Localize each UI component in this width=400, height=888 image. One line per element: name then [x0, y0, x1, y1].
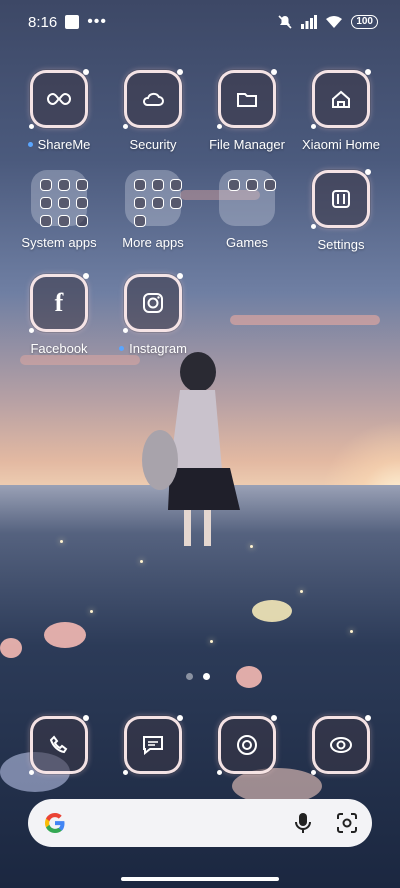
dock-chrome[interactable] — [199, 715, 295, 775]
notification-square-icon — [65, 15, 80, 29]
app-label: Instagram — [129, 341, 187, 356]
settings-icon — [332, 190, 350, 208]
dock-camera[interactable] — [293, 715, 389, 775]
page-dot[interactable] — [186, 673, 193, 680]
folder-label: More apps — [122, 235, 184, 250]
page-dot-current[interactable] — [203, 673, 210, 680]
dock-phone[interactable] — [11, 715, 107, 775]
folder-grid-icon — [125, 170, 182, 227]
home-icon — [332, 90, 350, 108]
app-settings[interactable]: Settings — [293, 169, 389, 252]
google-search-bar[interactable] — [28, 799, 372, 847]
microphone-icon[interactable] — [294, 812, 312, 834]
instagram-icon — [143, 293, 163, 313]
status-bar: 8:16 ••• 100 — [0, 0, 400, 44]
security-icon — [143, 92, 164, 106]
wifi-icon — [326, 16, 343, 28]
gesture-navigation-bar[interactable] — [121, 877, 279, 881]
new-app-dot — [27, 142, 33, 147]
app-label: Settings — [317, 237, 365, 252]
mute-icon — [278, 15, 292, 29]
facebook-icon: f — [54, 288, 64, 317]
google-logo-icon[interactable] — [42, 810, 68, 836]
folder-grid-icon — [31, 170, 88, 227]
app-label: Xiaomi Home — [301, 137, 381, 152]
phone-icon — [49, 735, 68, 754]
dock-messages[interactable] — [105, 715, 201, 775]
app-label: ShareMe — [37, 137, 91, 152]
messages-icon — [143, 736, 163, 755]
status-time: 8:16 — [28, 13, 58, 31]
app-label: File Manager — [209, 137, 285, 152]
battery-indicator: 100 — [351, 15, 378, 29]
folder-label: System apps — [21, 235, 97, 250]
page-indicator — [186, 673, 210, 680]
folder-system-apps[interactable]: System apps — [11, 170, 107, 250]
app-facebook[interactable]: f Facebook — [11, 273, 107, 356]
app-xiaomi-home[interactable]: Xiaomi Home — [293, 69, 389, 152]
shareme-icon — [47, 92, 71, 106]
app-instagram[interactable]: Instagram — [105, 273, 201, 356]
app-label: Facebook — [30, 341, 88, 356]
folder-icon — [237, 93, 257, 107]
signal-icon — [301, 15, 318, 29]
folder-games[interactable]: Games — [199, 170, 295, 250]
folder-grid-icon — [219, 170, 276, 226]
app-file-manager[interactable]: File Manager — [199, 69, 295, 152]
app-shareme[interactable]: ShareMe — [11, 69, 107, 152]
chrome-icon — [237, 735, 257, 755]
camera-icon — [330, 737, 352, 753]
google-lens-icon[interactable] — [336, 812, 358, 834]
new-app-dot — [119, 346, 125, 351]
more-notifications-icon: ••• — [87, 13, 108, 30]
app-label: Security — [129, 137, 177, 152]
app-security[interactable]: Security — [105, 69, 201, 152]
folder-more-apps[interactable]: More apps — [105, 170, 201, 250]
folder-label: Games — [226, 235, 268, 250]
